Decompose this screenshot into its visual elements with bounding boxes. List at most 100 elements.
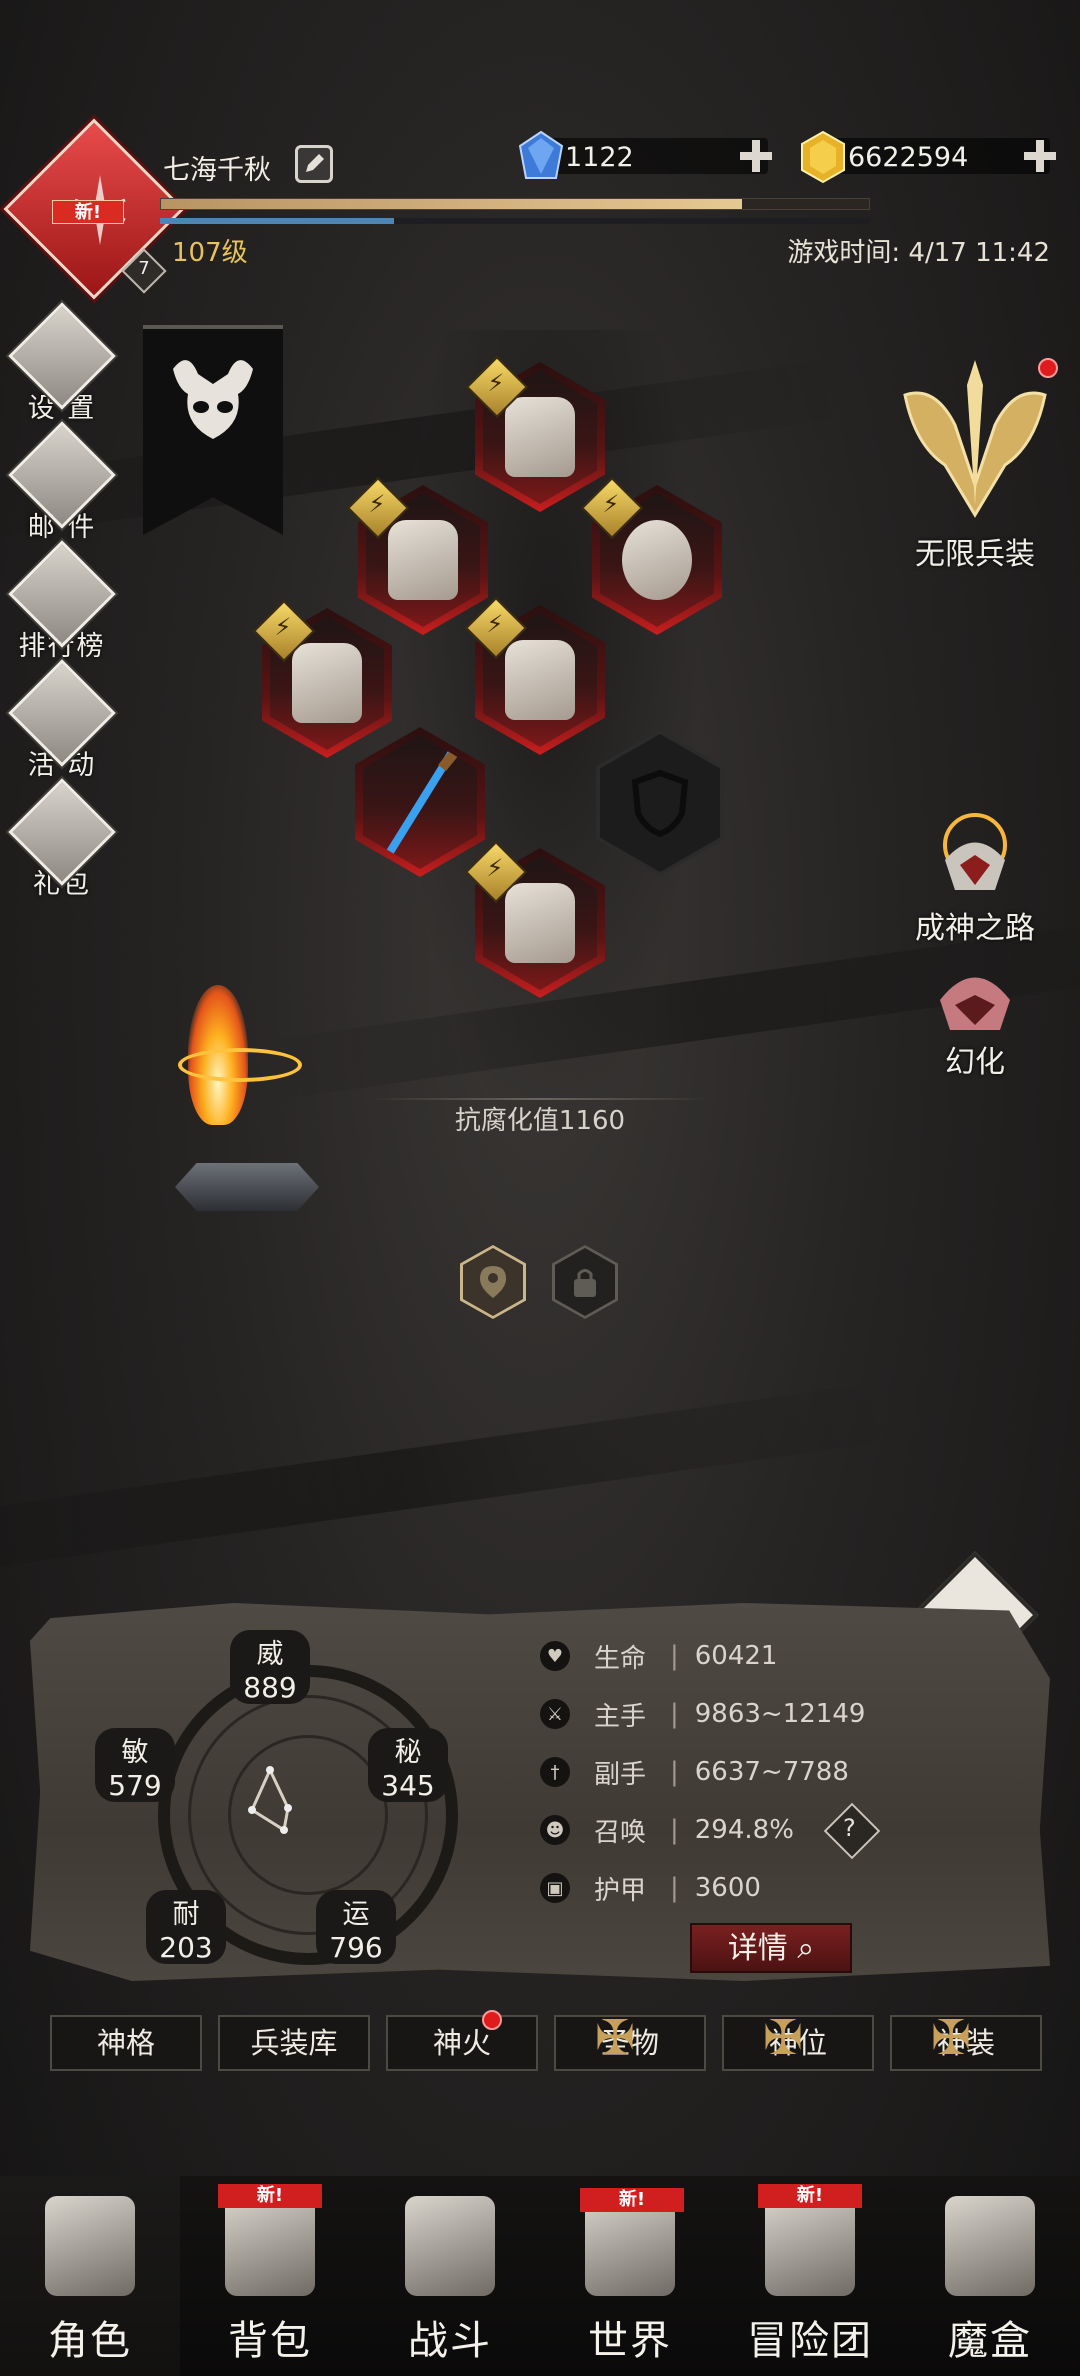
- chain-lock-icon: ✠: [595, 2010, 636, 2066]
- magnifier-icon: ⌕: [797, 1931, 815, 1966]
- gold-icon: [801, 130, 845, 184]
- sword-icon: ⚔: [540, 1699, 570, 1729]
- event-button[interactable]: 活 动: [8, 659, 116, 782]
- attr-mi-name: 秘: [368, 1728, 448, 1769]
- nav-backpack-label: 背包: [228, 2318, 312, 2364]
- shield-sword-icon: [405, 2196, 495, 2296]
- gem-amount: 1122: [565, 142, 634, 173]
- infinite-gear-label: 无限兵装: [915, 537, 1035, 572]
- attr-min: 敏 579: [95, 1728, 175, 1802]
- gauntlet-icon: [388, 520, 458, 600]
- radar-shape: [248, 1766, 292, 1834]
- nav-adventure-team-label: 冒险团: [747, 2318, 873, 2364]
- stat-value: 60421: [694, 1641, 778, 1671]
- help-label: ?: [843, 1814, 856, 1842]
- attr-min-value: 579: [95, 1769, 175, 1802]
- godhood-path-button[interactable]: 成神之路: [875, 805, 1075, 947]
- stat-separator: |: [670, 1815, 679, 1845]
- stat-value: 294.8%: [694, 1815, 794, 1845]
- pouch-icon: [622, 520, 692, 600]
- location-pin-icon: [480, 1266, 506, 1298]
- gold-amount: 6622594: [848, 142, 969, 173]
- belt-icon: [292, 643, 362, 723]
- location-pin-button[interactable]: [460, 1245, 526, 1319]
- heart-icon: ♥: [540, 1641, 570, 1671]
- background-streak: [0, 1380, 900, 1580]
- stat-main-hand: ⚔ 主手 | 9863~12149: [540, 1694, 865, 1734]
- godhood-path-label: 成神之路: [915, 911, 1035, 946]
- nav-character[interactable]: 角色: [0, 2176, 180, 2376]
- edit-name-icon[interactable]: [295, 145, 333, 183]
- stat-summon: ☻ 召唤 | 294.8%: [540, 1810, 794, 1850]
- cube-icon: [945, 2196, 1035, 2296]
- dagger-icon: †: [540, 1757, 570, 1787]
- tab-godhood[interactable]: 神格: [50, 2015, 202, 2071]
- chain-lock-icon: ✠: [763, 2010, 804, 2066]
- nav-new-badge: 新!: [758, 2184, 862, 2208]
- boots-icon: [505, 883, 575, 963]
- stat-armor: ▣ 护甲 | 3600: [540, 1868, 761, 1908]
- stat-label: 护甲: [594, 1875, 647, 1906]
- stat-off-hand: † 副手 | 6637~7788: [540, 1752, 849, 1792]
- mail-button[interactable]: 邮 件: [8, 421, 116, 544]
- ranking-button[interactable]: 排行榜: [8, 540, 116, 663]
- corrosion-resistance: 抗腐化值1160: [454, 1106, 626, 1136]
- gift-button[interactable]: 礼包: [8, 778, 116, 901]
- lock-icon: [574, 1269, 596, 1297]
- castle-towers-icon: [765, 2196, 855, 2296]
- attr-nai-value: 203: [146, 1931, 226, 1964]
- stat-label: 召唤: [594, 1817, 647, 1848]
- attr-mi: 秘 345: [368, 1728, 448, 1802]
- attr-min-name: 敏: [95, 1728, 175, 1769]
- chain-lock-icon: ✠: [931, 2010, 972, 2066]
- shield-icon: [631, 769, 689, 838]
- nav-new-badge: 新!: [580, 2188, 684, 2212]
- player-level: 107级: [172, 238, 248, 268]
- tab-armory[interactable]: 兵装库: [218, 2015, 370, 2071]
- nav-battle-label: 战斗: [408, 2318, 492, 2364]
- attr-mi-value: 345: [368, 1769, 448, 1802]
- add-gold-icon[interactable]: [1022, 138, 1058, 174]
- backpack-icon: [225, 2196, 315, 2296]
- sword-weapon-icon: [386, 742, 464, 855]
- energy-fill: [160, 218, 395, 224]
- stat-value: 6637~7788: [694, 1757, 849, 1787]
- scarf-icon: [505, 397, 575, 477]
- nav-battle[interactable]: 战斗: [360, 2176, 540, 2376]
- winged-helmet-icon: [943, 813, 1007, 890]
- armor-icon: ▣: [540, 1873, 570, 1903]
- nav-world-label: 世界: [588, 2318, 672, 2364]
- nav-magic-box[interactable]: 魔盒: [900, 2176, 1080, 2376]
- attr-wei-value: 889: [230, 1671, 310, 1704]
- stat-separator: |: [670, 1641, 679, 1671]
- settings-button[interactable]: 设 置: [8, 302, 116, 425]
- stat-hp: ♥ 生命 | 60421: [540, 1636, 777, 1676]
- infinite-gear-button[interactable]: 无限兵装: [875, 355, 1075, 573]
- helmet-icon: [45, 2196, 135, 2296]
- player-name: 七海千秋: [163, 155, 271, 186]
- stat-separator: |: [670, 1699, 679, 1729]
- experience-bar: [160, 198, 870, 210]
- stat-label: 主手: [594, 1701, 647, 1732]
- details-button[interactable]: 详情 ⌕: [690, 1923, 852, 1973]
- add-gems-icon[interactable]: [738, 138, 774, 174]
- winged-sword-emblem-icon: [903, 360, 1047, 518]
- attr-wei-name: 威: [230, 1630, 310, 1671]
- game-time: 游戏时间: 4/17 11:42: [787, 238, 1050, 268]
- stat-label: 副手: [594, 1759, 647, 1790]
- attr-yun-value: 796: [316, 1931, 396, 1964]
- attr-nai: 耐 203: [146, 1890, 226, 1964]
- transform-label: 幻化: [945, 1045, 1005, 1080]
- attr-wei: 威 889: [230, 1630, 310, 1704]
- experience-fill: [161, 199, 742, 209]
- attr-nai-name: 耐: [146, 1890, 226, 1931]
- hooded-mask-icon: [940, 977, 1010, 1030]
- gem-icon: [518, 130, 564, 179]
- tab-divine-fire[interactable]: 神火: [386, 2015, 538, 2071]
- nav-new-badge: 新!: [218, 2184, 322, 2208]
- attr-yun-name: 运: [316, 1890, 396, 1931]
- stat-value: 9863~12149: [694, 1699, 866, 1729]
- transform-button[interactable]: 幻化: [875, 955, 1075, 1081]
- locked-slot-button[interactable]: [552, 1245, 618, 1319]
- notification-dot: [482, 2010, 502, 2030]
